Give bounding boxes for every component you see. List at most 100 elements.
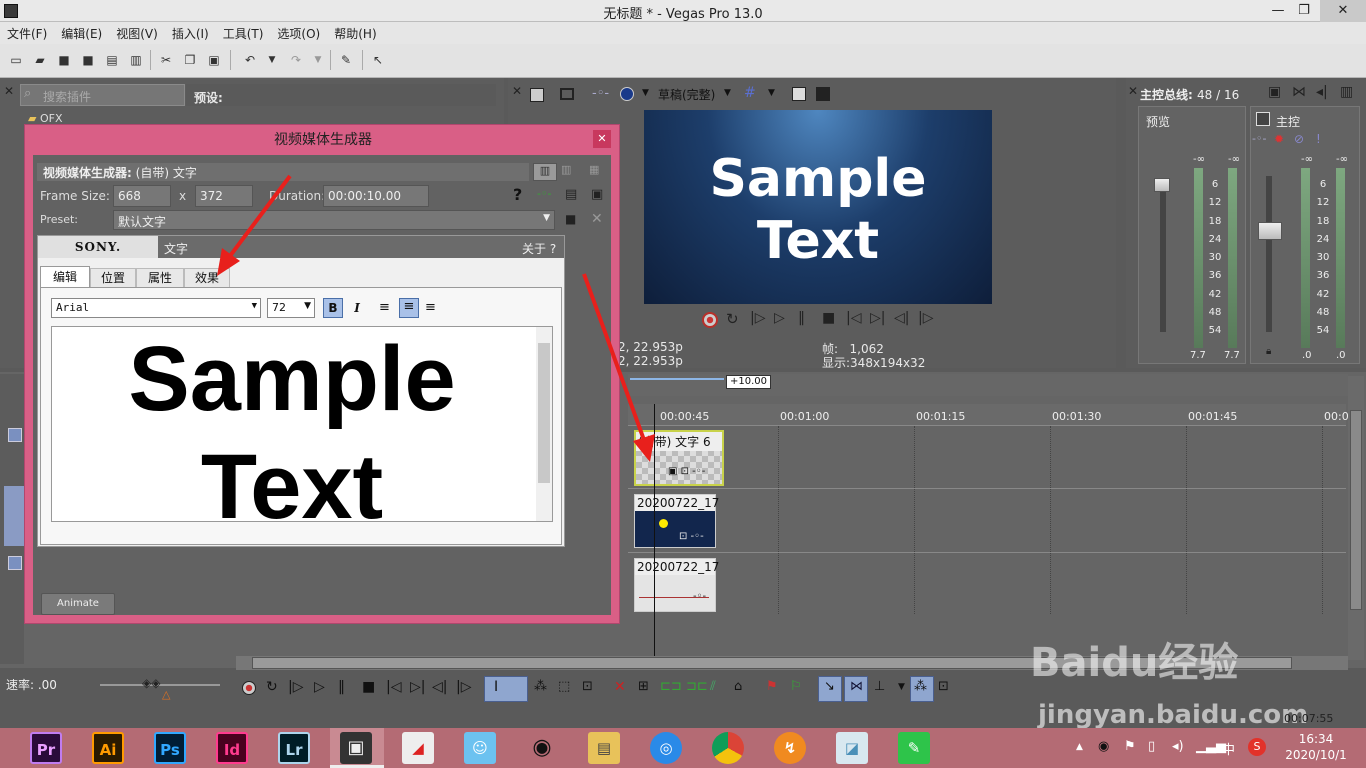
fx-icon[interactable]: -◦- [592,86,609,101]
trim-start-icon[interactable]: ⊏⊐ [660,679,682,694]
selection-tool-icon[interactable]: ⬚ [558,679,570,694]
split-dropdown-icon[interactable]: ▼ [642,88,649,98]
track-expand-icon[interactable] [8,556,22,570]
tab-properties[interactable]: 属性 [136,268,184,288]
next-frame-icon[interactable]: |▷ [918,310,933,326]
play-icon[interactable]: ▷ [314,679,325,695]
italic-button[interactable]: I [347,298,367,318]
tray-overflow-icon[interactable]: ▲ [1076,742,1083,752]
marker-icon[interactable]: ⚑ [766,679,778,694]
volume-tray-icon[interactable]: ◂) [1172,739,1184,754]
view-detail-icon[interactable]: ▥ [561,163,571,176]
preview-quality-select[interactable]: 草稿(完整) [658,86,715,103]
media-player-icon[interactable]: ◢ [402,732,434,764]
crossfade-icon[interactable]: ⋈ [850,679,863,694]
align-left-icon[interactable]: ≡ [379,300,390,315]
menu-help[interactable]: 帮助(H) [327,22,383,42]
indesign-icon[interactable]: Id [216,732,248,764]
tab-position[interactable]: 位置 [90,268,136,288]
preview-fader-handle[interactable] [1154,178,1170,192]
stop-icon[interactable]: ■ [362,679,375,695]
menu-options[interactable]: 选项(O) [270,22,327,42]
close-mixer-icon[interactable]: ✕ [1128,84,1138,98]
loop-icon[interactable]: ↻ [266,679,278,695]
ignore-grouping-icon[interactable]: ⊡ [938,679,949,694]
master-fader-handle[interactable] [1258,222,1282,240]
save-preset-icon[interactable]: ■ [565,212,576,226]
split-icon[interactable]: ⫽ [710,679,716,694]
photoshop-icon[interactable]: Ps [154,732,186,764]
editor-scroll-thumb[interactable] [538,343,550,483]
green-app-icon[interactable]: ✎ [898,732,930,764]
view-grid-icon[interactable]: ▦ [589,163,599,176]
text-editor[interactable]: Sample Text [51,326,553,522]
lightroom-icon[interactable]: Lr [278,732,310,764]
lock-icon[interactable]: 🔒︎ [1266,346,1271,357]
frame-width-input[interactable]: 668 [113,185,171,207]
stop-icon[interactable]: ■ [822,310,835,326]
fx-chain-icon[interactable]: -◦- [537,187,551,200]
battery-tray-icon[interactable]: ▯ [1148,739,1155,754]
track-expand-icon[interactable] [8,428,22,442]
snapping-icon[interactable]: ⊥ [874,679,885,694]
ime-indicator[interactable]: 中 [1222,739,1235,758]
downmix-icon[interactable]: ⋈ [1292,84,1306,100]
duration-input[interactable]: 00:00:10.00 [323,185,429,207]
solo-icon[interactable]: ! [1316,132,1321,146]
save-as-icon[interactable]: ■ [80,52,96,68]
browser-icon[interactable]: ◎ [650,732,682,764]
cut-icon[interactable]: ✂ [158,52,174,68]
next-frame-icon[interactable]: |▷ [456,679,471,695]
prev-frame-icon[interactable]: ◁| [894,310,909,326]
properties-icon[interactable]: ▣ [591,187,603,202]
qq-tray-icon[interactable]: ◉ [1098,739,1109,754]
preset-dropdown-icon[interactable]: ▼ [543,213,550,223]
external-monitor-icon[interactable] [560,88,574,100]
loop-region[interactable] [630,378,724,380]
new-icon[interactable]: ▭ [8,52,24,68]
monitor-icon[interactable]: ▤ [565,187,577,202]
preset-select[interactable]: 默认文字 ▼ [113,210,555,230]
edit-tool-icon[interactable]: I [494,679,498,695]
playhead[interactable] [654,404,655,656]
animate-button[interactable]: Animate [41,593,115,615]
plugin-search-input[interactable]: 搜索插件 [20,84,185,106]
menu-tools[interactable]: 工具(T) [216,22,271,42]
selected-track-strip[interactable] [4,486,24,546]
mixer-meters-icon[interactable]: ▥ [1340,84,1353,100]
time-ruler[interactable] [628,404,1346,426]
menu-insert[interactable]: 插入(I) [165,22,216,42]
overlays-dropdown-icon[interactable]: ▼ [768,88,775,98]
snapping-dropdown-icon[interactable]: ▼ [898,682,905,692]
close-preview-icon[interactable]: ✕ [512,84,522,98]
auto-ripple-icon[interactable]: ↘ [824,679,835,694]
font-size-select[interactable]: 72 ▼ [267,298,315,318]
clip-fx-icons[interactable]: ⊡ -◦- [679,531,704,542]
go-to-end-icon[interactable]: ▷| [870,310,885,326]
text-clip[interactable]: (自带) 文字 6 ▣ ⊡ -◦- [634,430,724,486]
clip-fx-icons[interactable]: ▣ ⊡ -◦- [668,466,705,477]
tab-effects[interactable]: 效果 [184,268,230,288]
align-right-icon[interactable]: ≡ [425,300,436,315]
master-fx-icon[interactable] [1256,112,1270,126]
download-manager-icon[interactable]: ↯ [774,732,806,764]
qq-icon[interactable]: ◉ [526,732,558,764]
copy-icon[interactable]: ❐ [182,52,198,68]
size-dropdown-icon[interactable]: ▼ [304,301,311,311]
overlays-icon[interactable]: # [744,85,756,101]
undo-icon[interactable]: ↶ [242,52,258,68]
undo-dropdown-icon[interactable]: ▼ [264,52,280,68]
scrollbar-thumb[interactable] [1350,410,1362,610]
about-link[interactable]: 关于 ? [522,240,556,257]
pause-icon[interactable]: ‖ [798,310,805,326]
lock-envelopes-icon[interactable]: ⁂ [914,679,927,694]
close-button[interactable]: ✕ [1320,0,1366,22]
rate-handle-icon[interactable]: ◈◈ [142,676,160,690]
align-center-icon[interactable]: ≡ [399,298,419,318]
go-to-end-icon[interactable]: ▷| [410,679,425,695]
mixer-options-icon[interactable]: ▣ [1268,84,1281,100]
chat-app-icon[interactable]: ☺ [464,732,496,764]
delete-icon[interactable]: ✕ [614,679,626,695]
delete-preset-icon[interactable]: ✕ [591,211,603,227]
illustrator-icon[interactable]: Ai [92,732,124,764]
